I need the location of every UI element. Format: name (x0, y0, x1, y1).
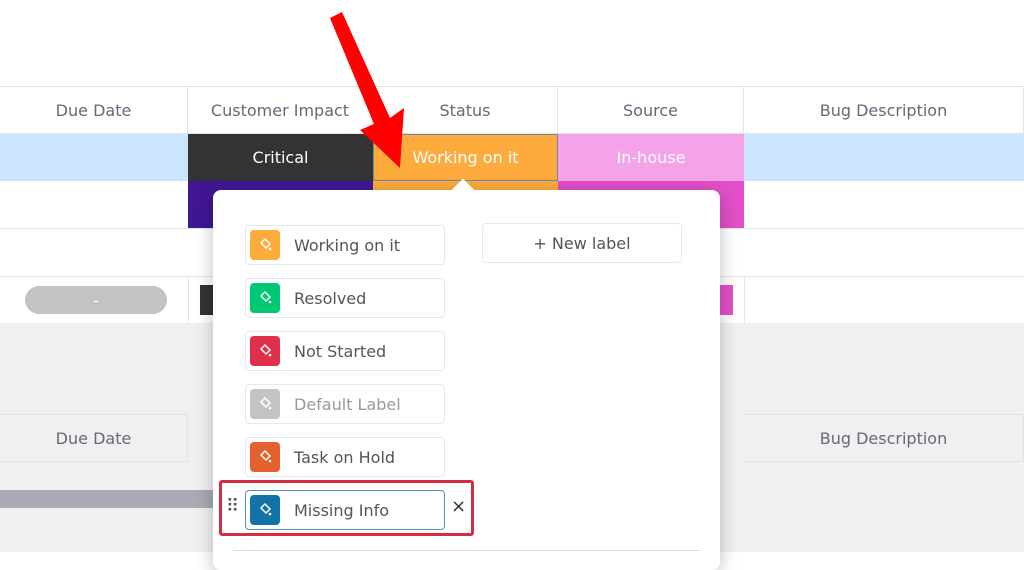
red-arrow-icon (330, 12, 404, 168)
annotation-arrow (330, 12, 404, 168)
